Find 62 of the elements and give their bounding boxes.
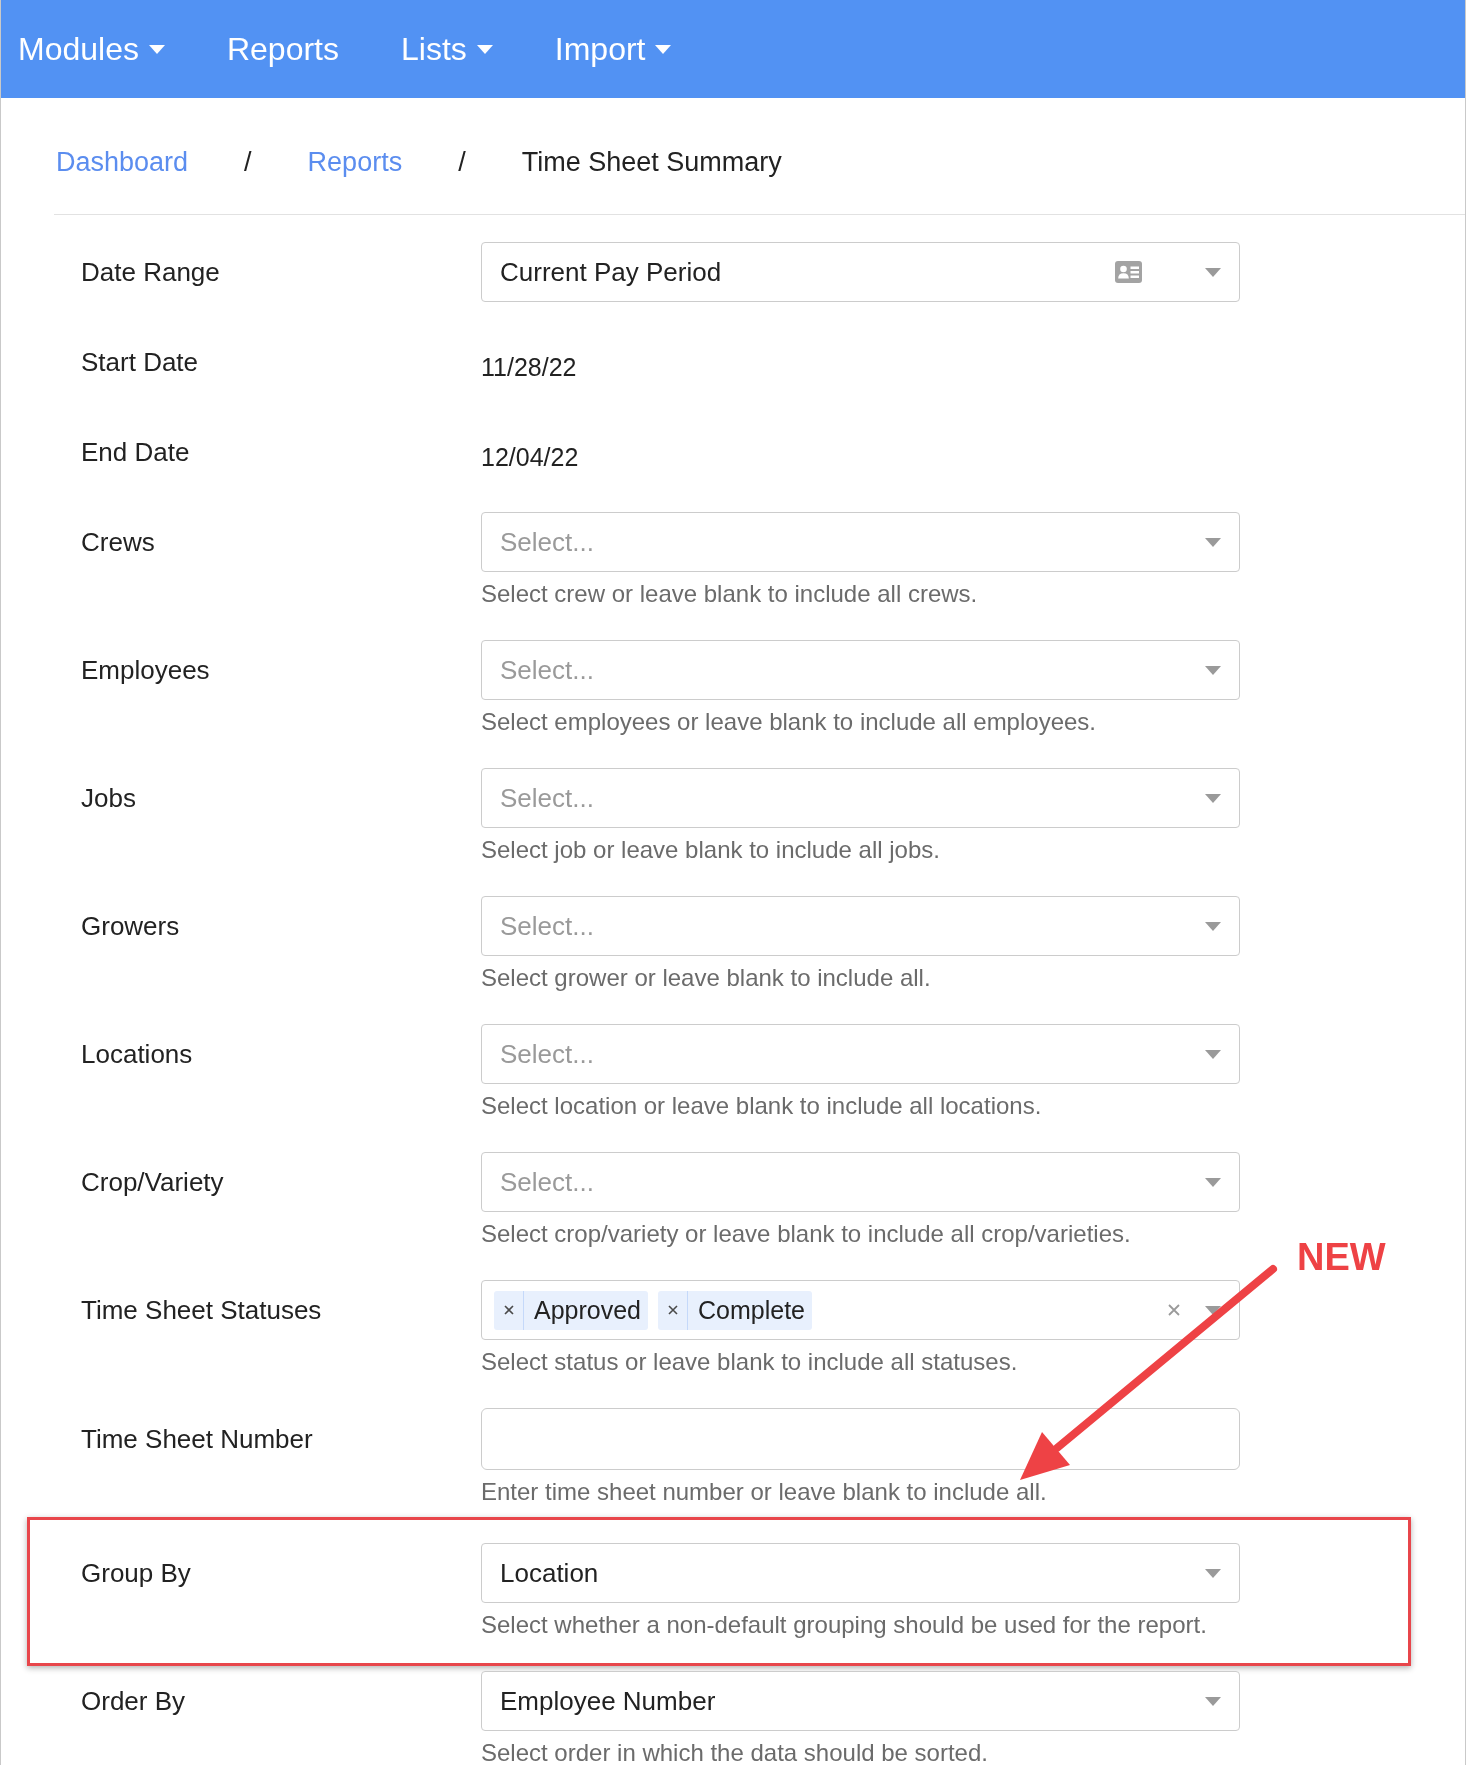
help-text: Select crop/variety or leave blank to include all crop/varieties. bbox=[481, 1222, 1132, 1246]
remove-icon[interactable] bbox=[667, 1305, 678, 1315]
text-input[interactable] bbox=[481, 1408, 1240, 1470]
field-label: Employees bbox=[81, 655, 210, 685]
nav-menu-button[interactable]: Lists bbox=[401, 30, 493, 68]
field-label: Jobs bbox=[81, 783, 136, 813]
field-label: Crews bbox=[81, 527, 155, 557]
date-value: 12/04/22 bbox=[481, 441, 580, 473]
help-text: Enter time sheet number or leave blank to include all. bbox=[481, 1480, 1048, 1504]
tag-label: Complete bbox=[697, 1294, 807, 1326]
field-label: Order By bbox=[81, 1686, 186, 1716]
breadcrumb-current: Time Sheet Summary bbox=[521, 147, 782, 177]
field-label: Locations bbox=[81, 1039, 193, 1069]
help-text: Select employees or leave blank to include all employees. bbox=[481, 710, 1097, 734]
caret-icon bbox=[1205, 537, 1221, 547]
breadcrumb-separator: / bbox=[244, 147, 252, 177]
caret-icon bbox=[1205, 1696, 1221, 1706]
field-label: End Date bbox=[81, 437, 190, 467]
help-text: Select whether a non-default grouping should be used for the report. bbox=[481, 1613, 1208, 1637]
select-field[interactable]: Select... bbox=[481, 640, 1240, 700]
nav-menu-button[interactable]: Import bbox=[554, 30, 672, 68]
breadcrumb-link[interactable]: Dashboard bbox=[56, 147, 189, 177]
help-text: Select location or leave blank to include all locations. bbox=[481, 1094, 1043, 1118]
caret-icon bbox=[1205, 1305, 1221, 1315]
select-field[interactable]: Employee Number bbox=[481, 1671, 1240, 1731]
field-label: Time Sheet Number bbox=[81, 1424, 313, 1454]
date-value: 11/28/22 bbox=[481, 351, 578, 383]
breadcrumb-separator: / bbox=[458, 147, 466, 177]
annotation-label: NEW bbox=[1297, 1237, 1386, 1277]
field-label: Time Sheet Statuses bbox=[81, 1295, 322, 1325]
caret-icon bbox=[1205, 793, 1221, 803]
select-field[interactable]: Select... bbox=[481, 1024, 1240, 1084]
remove-icon[interactable] bbox=[503, 1305, 514, 1315]
tag-label: Approved bbox=[533, 1294, 643, 1326]
select-field[interactable]: Select... bbox=[481, 1152, 1240, 1212]
select-field[interactable]: Select... bbox=[481, 768, 1240, 828]
select-field[interactable]: Select... bbox=[481, 896, 1240, 956]
multiselect-field[interactable]: Approved Complete bbox=[481, 1280, 1240, 1340]
caret-icon bbox=[1205, 665, 1221, 675]
select-field[interactable]: Current Pay Period bbox=[481, 242, 1240, 302]
nav-menu-button[interactable]: Modules bbox=[18, 30, 165, 68]
help-text: Select crew or leave blank to include all crews. bbox=[481, 582, 979, 606]
id-card-icon[interactable] bbox=[1115, 261, 1142, 283]
breadcrumb-link[interactable]: Reports bbox=[307, 147, 403, 177]
caret-icon bbox=[1205, 1177, 1221, 1187]
help-text: Select order in which the data should be sorted. bbox=[481, 1741, 989, 1765]
help-text: Select grower or leave blank to include all. bbox=[481, 966, 932, 990]
help-text: Select job or leave blank to include all jobs. bbox=[481, 838, 941, 862]
select-field[interactable]: Select... bbox=[481, 512, 1240, 572]
clear-icon[interactable] bbox=[1168, 1304, 1180, 1316]
field-label: Growers bbox=[81, 911, 180, 941]
field-label: Start Date bbox=[81, 347, 199, 377]
field-label: Group By bbox=[81, 1558, 191, 1588]
help-text: Select status or leave blank to include all statuses. bbox=[481, 1350, 1019, 1374]
caret-icon bbox=[1205, 1568, 1221, 1578]
field-label: Crop/Variety bbox=[81, 1167, 224, 1197]
caret-icon bbox=[1205, 921, 1221, 931]
caret-icon bbox=[1205, 1049, 1221, 1059]
field-label: Date Range bbox=[81, 257, 220, 287]
nav-link[interactable]: Reports bbox=[226, 30, 339, 68]
select-field[interactable]: Location bbox=[481, 1543, 1240, 1603]
caret-icon bbox=[1205, 267, 1221, 277]
